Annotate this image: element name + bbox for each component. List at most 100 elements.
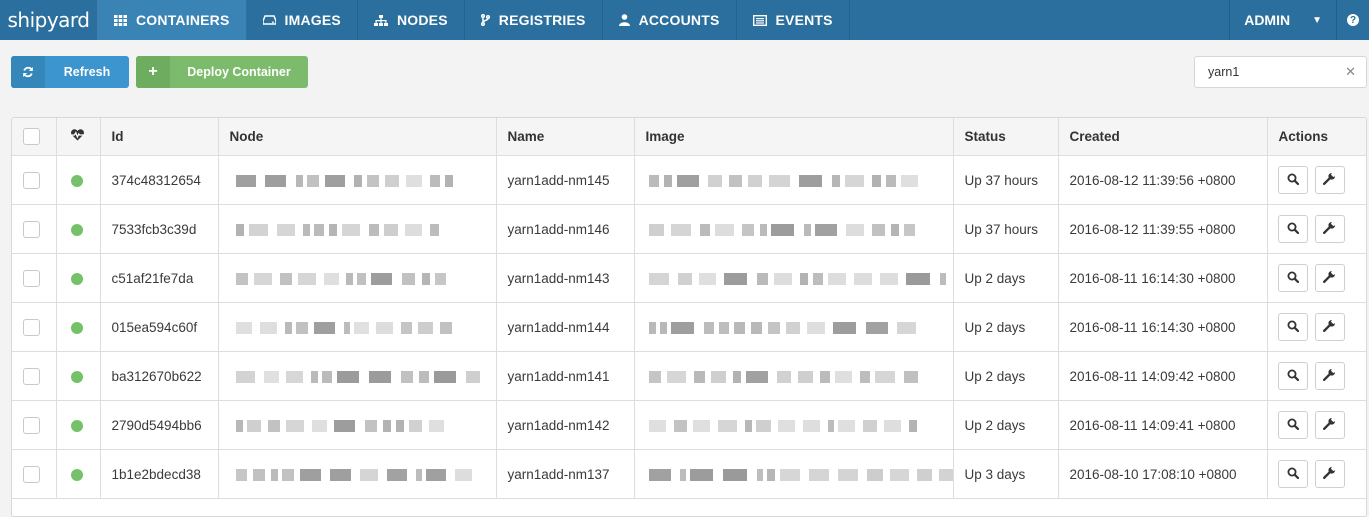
containers-table: Id Node Name Image Status Created Action… xyxy=(11,117,1367,517)
table-row[interactable]: 015ea594c60f yarn1add-nm144 Up 2 days 2016-… xyxy=(12,302,1366,352)
table-row[interactable]: ba312670b622 yarn1add-nm141 Up 2 days 2016-… xyxy=(12,351,1366,401)
manage-button[interactable] xyxy=(1314,215,1345,243)
container-id[interactable]: 7533fcb3c39d xyxy=(100,204,219,254)
user-menu[interactable]: ADMIN ▼ xyxy=(1229,0,1337,40)
actions-cell xyxy=(1267,449,1366,499)
node-redacted xyxy=(218,400,497,450)
row-checkbox[interactable] xyxy=(23,171,40,189)
row-checkbox[interactable] xyxy=(23,465,40,483)
table-row[interactable]: 374c48312654 yarn1add-nm145 Up 37 hours 201… xyxy=(12,155,1366,205)
grid-icon xyxy=(114,14,127,26)
container-created: 2016-08-12 11:39:56 +0800 xyxy=(1058,155,1268,205)
status-up-indicator xyxy=(70,321,83,334)
image-redacted xyxy=(634,449,954,499)
container-created: 2016-08-11 16:14:30 +0800 xyxy=(1058,253,1268,303)
row-checkbox-cell xyxy=(12,155,57,205)
shipyard-logo[interactable]: shipyard xyxy=(0,0,98,40)
nav-containers-label: CONTAINERS xyxy=(136,12,230,28)
wrench-icon xyxy=(1323,368,1336,384)
inspect-button[interactable] xyxy=(1277,362,1308,390)
container-created: 2016-08-11 14:09:41 +0800 xyxy=(1058,400,1268,450)
row-checkbox[interactable] xyxy=(23,269,40,287)
manage-button[interactable] xyxy=(1314,460,1345,488)
container-id[interactable]: ba312670b622 xyxy=(100,351,219,401)
manage-button[interactable] xyxy=(1314,264,1345,292)
toolbar: Refresh + Deploy Container xyxy=(11,56,308,88)
column-status[interactable]: Status xyxy=(953,118,1059,156)
nav-registries-label: REGISTRIES xyxy=(498,12,586,28)
manage-button[interactable] xyxy=(1314,411,1345,439)
list-icon xyxy=(752,14,767,26)
table-row[interactable]: 7533fcb3c39d yarn1add-nm146 Up 37 hours 201… xyxy=(12,204,1366,254)
deploy-container-button[interactable]: + Deploy Container xyxy=(136,56,308,88)
column-image[interactable]: Image xyxy=(634,118,954,156)
actions-cell xyxy=(1267,253,1366,303)
wrench-icon xyxy=(1323,221,1336,237)
container-id[interactable]: 374c48312654 xyxy=(100,155,219,205)
nav-nodes[interactable]: NODES xyxy=(358,0,465,40)
health-cell xyxy=(56,302,101,352)
container-id[interactable]: 015ea594c60f xyxy=(100,302,219,352)
health-header xyxy=(56,118,101,156)
status-up-indicator xyxy=(70,174,83,187)
health-cell xyxy=(56,351,101,401)
inspect-button[interactable] xyxy=(1277,313,1308,341)
status-up-indicator xyxy=(70,370,83,383)
node-redacted xyxy=(218,449,497,499)
container-status: Up 2 days xyxy=(953,253,1059,303)
search-icon xyxy=(1287,271,1299,286)
top-navbar: shipyard CONTAINERS IMAGES NODES REGISTR… xyxy=(0,0,1369,40)
manage-button[interactable] xyxy=(1314,362,1345,390)
search-icon xyxy=(1287,320,1299,335)
container-name: yarn1add-nm142 xyxy=(496,400,635,450)
row-checkbox[interactable] xyxy=(23,318,40,336)
user-menu-label: ADMIN xyxy=(1244,12,1291,28)
search-icon xyxy=(1287,369,1299,384)
inspect-button[interactable] xyxy=(1277,264,1308,292)
help-button[interactable]: ? xyxy=(1337,0,1369,40)
health-cell xyxy=(56,253,101,303)
row-checkbox[interactable] xyxy=(23,220,40,238)
search-icon xyxy=(1287,222,1299,237)
wrench-icon xyxy=(1323,466,1336,482)
nav-events[interactable]: EVENTS xyxy=(737,0,850,40)
image-redacted xyxy=(634,400,954,450)
column-name[interactable]: Name xyxy=(496,118,635,156)
wrench-icon xyxy=(1323,319,1336,335)
row-checkbox-cell xyxy=(12,400,57,450)
column-node[interactable]: Node xyxy=(218,118,497,156)
clear-search-icon[interactable]: ✕ xyxy=(1345,64,1356,80)
column-id[interactable]: Id xyxy=(100,118,219,156)
inspect-button[interactable] xyxy=(1277,166,1308,194)
container-created: 2016-08-12 11:39:55 +0800 xyxy=(1058,204,1268,254)
container-id[interactable]: c51af21fe7da xyxy=(100,253,219,303)
drive-icon xyxy=(262,15,276,25)
container-id[interactable]: 2790d5494bb6 xyxy=(100,400,219,450)
table-row[interactable]: 2790d5494bb6 yarn1add-nm142 Up 2 days 2016-… xyxy=(12,400,1366,450)
nav-images[interactable]: IMAGES xyxy=(247,0,358,40)
manage-button[interactable] xyxy=(1314,313,1345,341)
nav-accounts[interactable]: ACCOUNTS xyxy=(603,0,737,40)
inspect-button[interactable] xyxy=(1277,460,1308,488)
search-icon xyxy=(1287,418,1299,433)
table-row[interactable]: 1b1e2bdecd38 yarn1add-nm137 Up 3 days 2016-… xyxy=(12,449,1366,499)
inspect-button[interactable] xyxy=(1277,215,1308,243)
column-created[interactable]: Created xyxy=(1058,118,1268,156)
container-status: Up 2 days xyxy=(953,400,1059,450)
manage-button[interactable] xyxy=(1314,166,1345,194)
refresh-button[interactable]: Refresh xyxy=(11,56,129,88)
search-input[interactable] xyxy=(1195,64,1340,80)
search-box: ✕ xyxy=(1194,56,1367,88)
row-checkbox[interactable] xyxy=(23,367,40,385)
image-redacted xyxy=(634,204,954,254)
container-id[interactable]: 1b1e2bdecd38 xyxy=(100,449,219,499)
heartbeat-icon xyxy=(70,129,85,144)
table-row[interactable]: c51af21fe7da yarn1add-nm143 Up 2 days 2016-… xyxy=(12,253,1366,303)
table-header: Id Node Name Image Status Created Action… xyxy=(12,118,1366,156)
nav-registries[interactable]: REGISTRIES xyxy=(465,0,603,40)
refresh-label: Refresh xyxy=(63,65,111,79)
nav-containers[interactable]: CONTAINERS xyxy=(98,0,247,40)
row-checkbox[interactable] xyxy=(23,416,40,434)
inspect-button[interactable] xyxy=(1277,411,1308,439)
select-all-checkbox[interactable] xyxy=(23,128,40,145)
